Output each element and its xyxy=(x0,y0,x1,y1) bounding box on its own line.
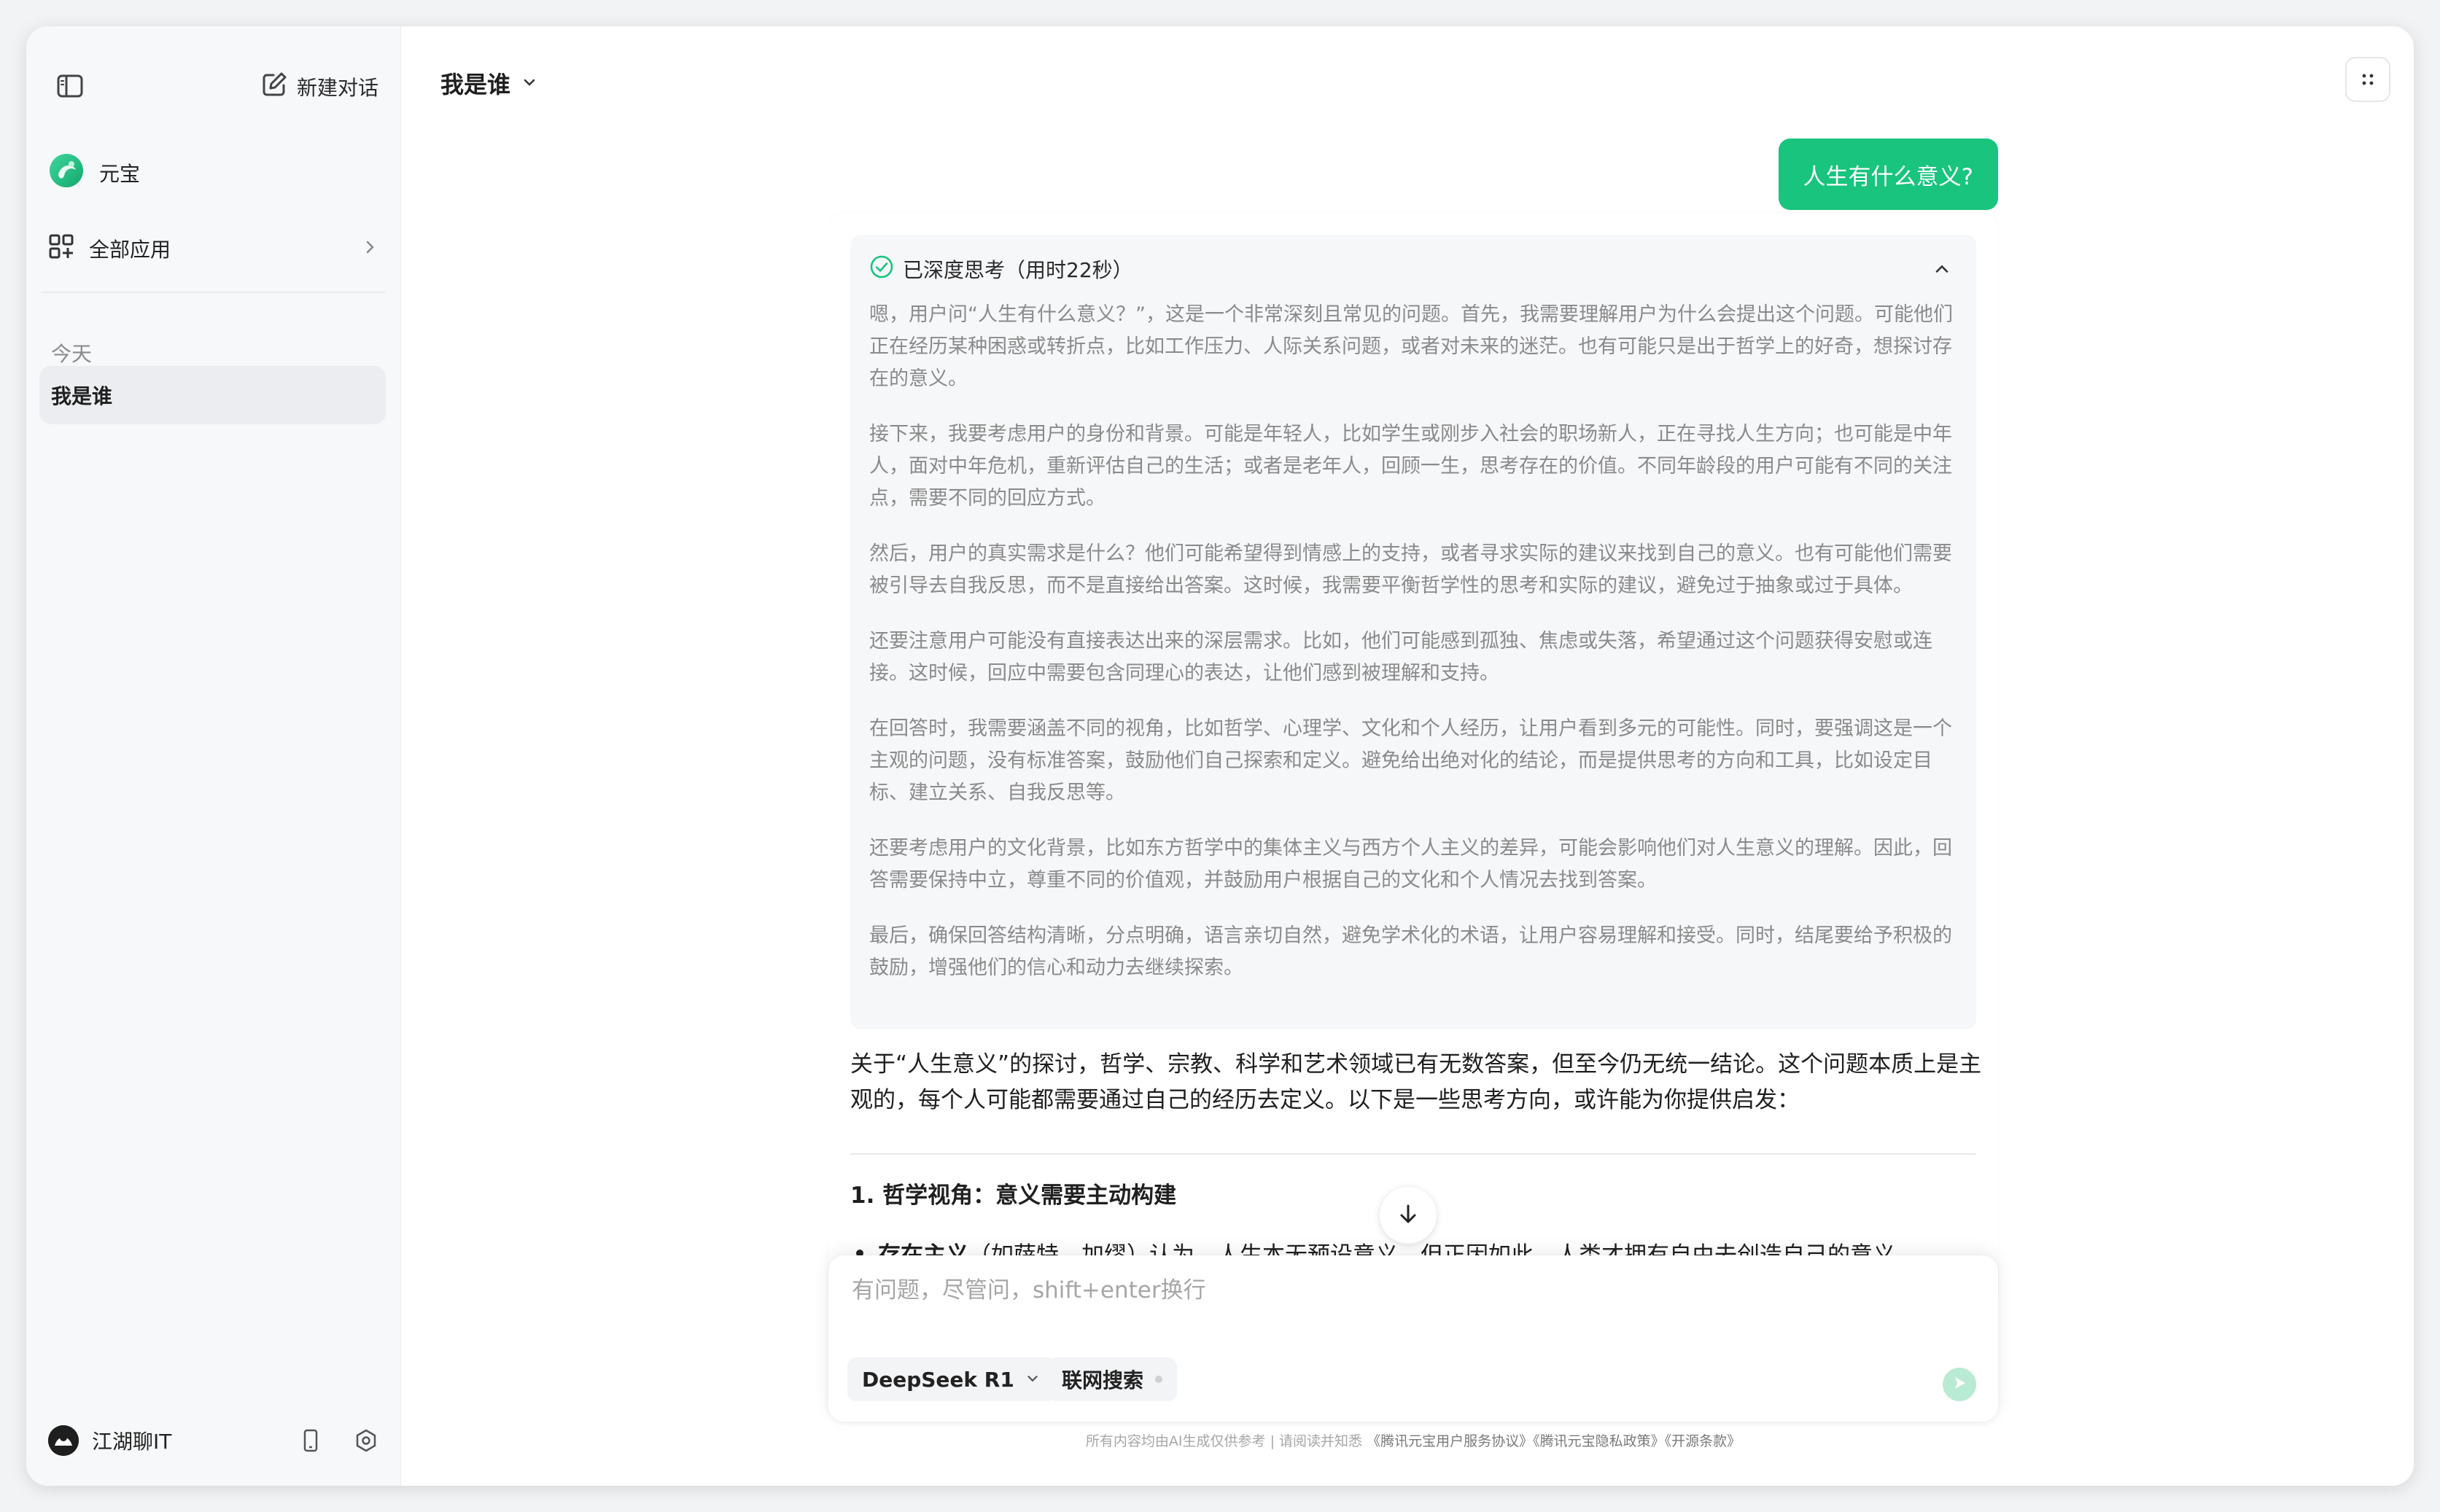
sidebar-header: 新建对话 xyxy=(48,64,378,108)
chat-list-item[interactable]: 我是谁 xyxy=(39,366,386,424)
thinking-paragraph: 然后，用户的真实需求是什么？他们可能希望得到情感上的支持，或者寻求实际的建议来找… xyxy=(869,542,1952,597)
thinking-paragraph: 接下来，我要考虑用户的身份和背景。可能是年轻人，比如学生或刚步入社会的职场新人，… xyxy=(869,423,1952,510)
thinking-paragraph: 最后，确保回答结构清晰，分点明确，语言亲切自然，避免学术化的术语，让用户容易理解… xyxy=(869,924,1952,979)
conversation-title-dropdown[interactable]: 我是谁 xyxy=(440,61,538,105)
arrow-down-icon xyxy=(1396,1201,1421,1229)
model-selector[interactable]: DeepSeek R1 xyxy=(847,1357,1055,1401)
thinking-status-label: 已深度思考（用时22秒） xyxy=(903,258,1133,282)
thinking-paragraph: 还要考虑用户的文化背景，比如东方哲学中的集体主义与西方个人主义的差异，可能会影响… xyxy=(869,837,1952,892)
more-grid-icon[interactable] xyxy=(2345,57,2390,102)
web-search-label: 联网搜索 xyxy=(1062,1368,1144,1392)
thinking-panel: 已深度思考（用时22秒） 嗯，用户问“人生有什么意义？”，这是一个非常深刻且常见… xyxy=(850,235,1976,1029)
user-message-bubble: 人生有什么意义? xyxy=(1778,139,1998,210)
footer-note-text: 所有内容均由AI生成仅供参考 | 请阅读并知悉 xyxy=(1085,1433,1363,1449)
avatar[interactable] xyxy=(48,1425,79,1456)
send-icon xyxy=(1951,1375,1967,1394)
chevron-down-icon xyxy=(1025,1368,1041,1392)
thinking-paragraph: 嗯，用户问“人生有什么意义？”，这是一个非常深刻且常见的问题。首先，我需要理解用… xyxy=(869,303,1953,390)
thinking-paragraph: 在回答时，我需要涵盖不同的视角，比如哲学、心理学、文化和个人经历，让用户看到多元… xyxy=(869,717,1952,804)
thinking-content: 嗯，用户问“人生有什么意义？”，这是一个非常深刻且常见的问题。首先，我需要理解用… xyxy=(869,299,1957,1008)
answer-intro: 关于“人生意义”的探讨，哲学、宗教、科学和艺术领域已有无数答案，但至今仍无统一结… xyxy=(850,1051,1982,1113)
footer-disclaimer: 所有内容均由AI生成仅供参考 | 请阅读并知悉 《腾讯元宝用户服务协议》《腾讯元… xyxy=(828,1430,1998,1450)
sidebar-item-label: 元宝 xyxy=(99,162,141,186)
scroll-to-bottom-button[interactable] xyxy=(1380,1187,1437,1244)
footer-policy-links[interactable]: 《腾讯元宝用户服务协议》《腾讯元宝隐私政策》《开源条款》 xyxy=(1367,1433,1741,1449)
apps-grid-icon xyxy=(48,233,74,265)
check-circle-icon xyxy=(869,254,894,284)
section-label-today: 今天 xyxy=(51,342,93,366)
answer-divider xyxy=(850,1153,1976,1155)
sidebar-divider xyxy=(41,292,386,293)
web-search-toggle[interactable]: 联网搜索 xyxy=(1047,1357,1178,1401)
sidebar: 新建对话 元宝 全部应用 今天 我是谁 江湖聊IT xyxy=(26,26,401,1486)
chevron-up-icon[interactable] xyxy=(1924,251,1960,287)
user-footer: 江湖聊IT xyxy=(48,1411,378,1470)
new-chat-button[interactable]: 新建对话 xyxy=(260,69,378,105)
message-composer: DeepSeek R1 联网搜索 xyxy=(828,1255,1998,1422)
message-input[interactable] xyxy=(852,1271,1975,1330)
page-title: 我是谁 xyxy=(440,71,511,98)
edit-icon xyxy=(260,71,288,104)
thinking-paragraph: 还要注意用户可能没有直接表达出来的深层需求。比如，他们可能感到孤独、焦虑或失落，… xyxy=(869,630,1932,685)
send-button[interactable] xyxy=(1943,1368,1976,1401)
thinking-status: 已深度思考（用时22秒） xyxy=(869,251,1133,287)
sidebar-toggle-icon[interactable] xyxy=(48,64,92,108)
answer-heading: 1. 哲学视角：意义需要主动构建 xyxy=(850,1182,1177,1209)
new-chat-label: 新建对话 xyxy=(296,76,378,100)
user-name: 江湖聊IT xyxy=(92,1430,172,1454)
sidebar-item-label: 全部应用 xyxy=(89,238,171,262)
model-label: DeepSeek R1 xyxy=(862,1367,1014,1392)
assistant-message-card: 已深度思考（用时22秒） 嗯，用户问“人生有什么意义？”，这是一个非常深刻且常见… xyxy=(828,213,1998,1306)
settings-icon[interactable] xyxy=(354,1428,378,1453)
phone-icon[interactable] xyxy=(300,1428,322,1453)
toggle-indicator xyxy=(1155,1376,1163,1383)
sidebar-item-all-apps[interactable]: 全部应用 xyxy=(48,223,378,274)
chevron-right-icon xyxy=(361,237,378,261)
yuanbao-logo-icon xyxy=(48,152,85,194)
sidebar-item-yuanbao[interactable]: 元宝 xyxy=(48,147,378,198)
chevron-down-icon xyxy=(521,69,538,97)
